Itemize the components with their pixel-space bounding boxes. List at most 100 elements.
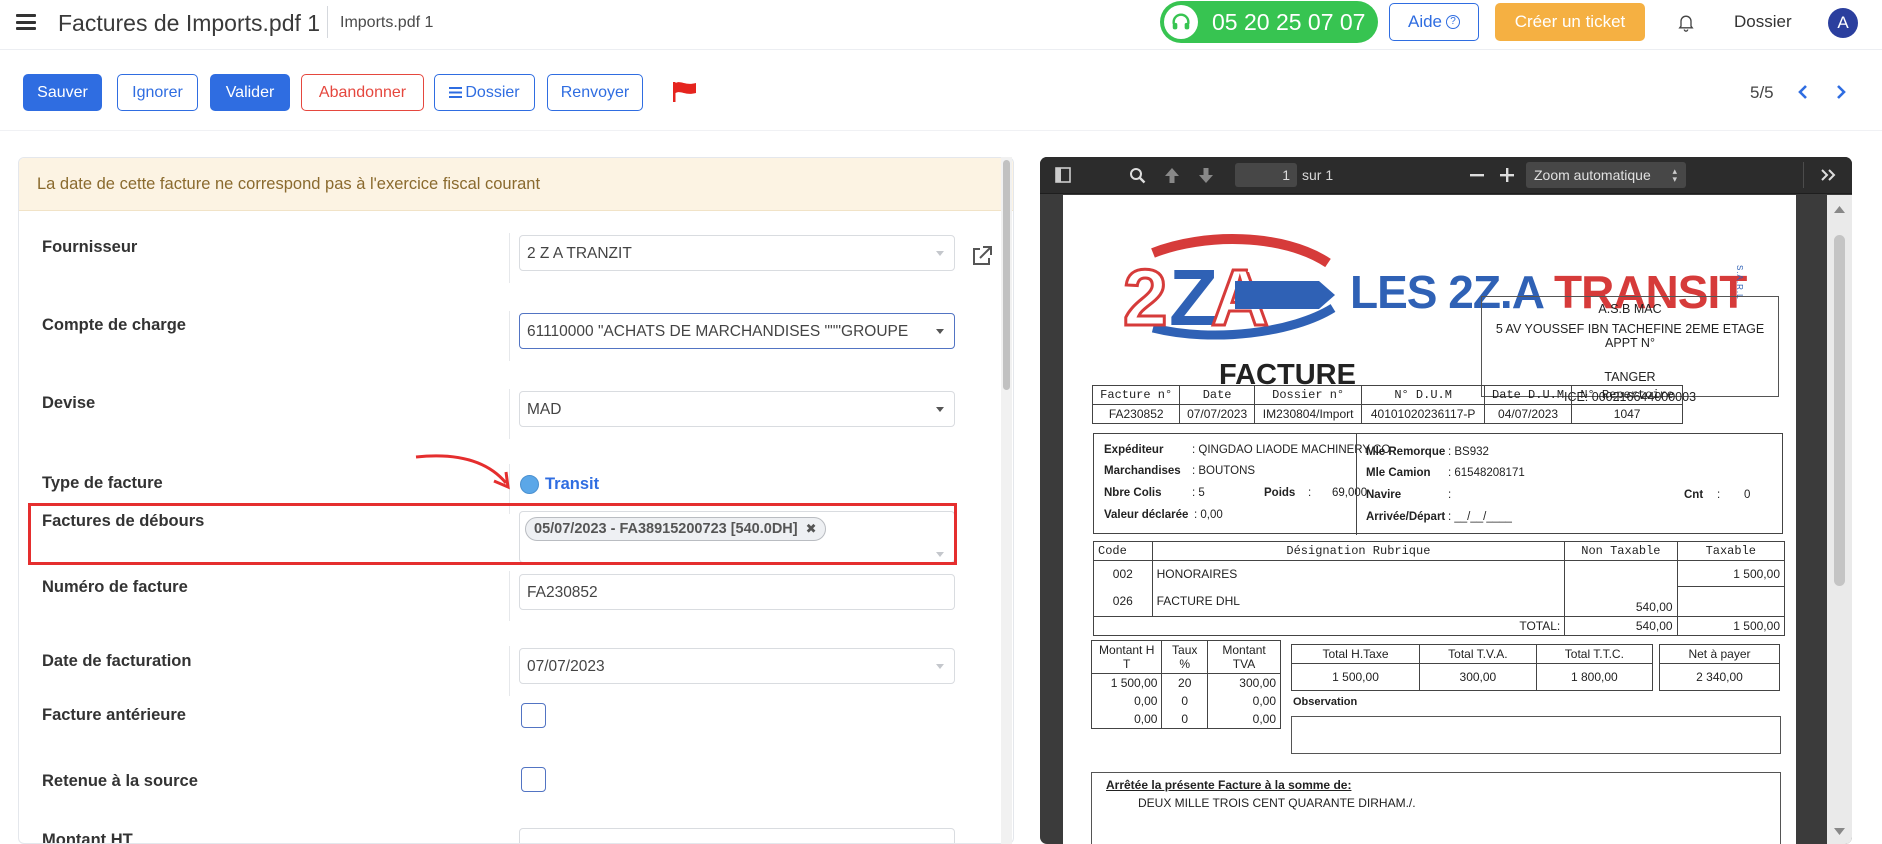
info-label: Poids: [1264, 487, 1296, 499]
svg-text:2: 2: [1123, 253, 1168, 342]
sidebar-toggle-icon[interactable]: [1055, 167, 1071, 183]
zoom-value: Zoom automatique: [1534, 167, 1651, 183]
row-divider: [509, 389, 510, 439]
dossier-button[interactable]: Dossier: [434, 74, 535, 111]
document-name: Imports.pdf 1: [340, 14, 434, 31]
create-ticket-button[interactable]: Créer un ticket: [1495, 3, 1645, 41]
table-cell: HONORAIRES: [1151, 560, 1566, 587]
info-label: Mle Camion: [1366, 467, 1431, 479]
fournisseur-select[interactable]: 2 Z A TRANZIT: [519, 235, 955, 271]
devise-select[interactable]: MAD: [519, 391, 955, 427]
chevron-left-icon[interactable]: [1796, 84, 1810, 100]
info-value: : 61548208171: [1448, 467, 1525, 479]
retenue-checkbox[interactable]: [521, 767, 546, 792]
headset-icon: [1164, 5, 1198, 39]
next-page-icon[interactable]: [1198, 167, 1214, 184]
avatar[interactable]: A: [1828, 8, 1858, 38]
chevron-down-icon: [936, 329, 944, 334]
row-divider: [509, 646, 510, 696]
support-phone-button[interactable]: 05 20 25 07 07: [1160, 1, 1378, 43]
table-cell: 026: [1093, 586, 1153, 617]
table-cell: 40101020236117-P: [1361, 404, 1485, 424]
table-cell: 1 800,00: [1535, 663, 1654, 691]
table-cell: FA230852: [1091, 404, 1181, 424]
highlight-annotation: [28, 503, 957, 565]
zoom-in-icon[interactable]: [1500, 168, 1514, 182]
info-label: Navire: [1366, 489, 1402, 501]
chevron-down-icon: [936, 407, 944, 412]
type-transit-radio[interactable]: Transit: [520, 475, 599, 494]
table-header: Désignation Rubrique: [1151, 541, 1566, 561]
amount-in-words-box: Arrêtée la présente Facture à la somme d…: [1091, 772, 1781, 844]
date-input[interactable]: 07/07/2023: [519, 648, 955, 684]
help-button[interactable]: Aide ?: [1389, 3, 1479, 41]
company-logo: 2 Z A: [1123, 234, 1336, 343]
info-value: :: [1448, 489, 1452, 501]
zoom-select[interactable]: Zoom automatique ▴ ▾: [1526, 162, 1686, 188]
anterieure-checkbox[interactable]: [521, 703, 546, 728]
table-cell: 04/07/2023: [1483, 404, 1573, 424]
tools-menu-icon[interactable]: [1820, 168, 1838, 182]
table-cell: [1676, 586, 1786, 617]
info-label: Cnt: [1684, 489, 1704, 501]
menu-icon[interactable]: [16, 14, 36, 30]
chevron-right-icon[interactable]: [1834, 84, 1848, 100]
pdf-toolbar: 1 sur 1 Zoom automatique ▴ ▾: [1040, 157, 1852, 194]
montant-label: Montant HT: [42, 831, 133, 844]
info-value: 69,000: [1332, 487, 1368, 499]
table-header: N° D.U.M: [1361, 385, 1485, 405]
page-total: sur 1: [1302, 167, 1334, 183]
table-header: Taxable: [1676, 541, 1786, 561]
table-cell: [1564, 560, 1678, 587]
table-header: Dossier n°: [1253, 385, 1363, 405]
table-header: Montant H T: [1090, 640, 1163, 674]
search-icon[interactable]: [1129, 167, 1146, 184]
invoice-header-table: Facture n° Date Dossier n° N° D.U.M Date…: [1091, 385, 1683, 424]
info-label: Valeur déclarée: [1104, 509, 1189, 521]
compte-select[interactable]: 61110000 "ACHATS DE MARCHANDISES """GROU…: [519, 313, 955, 349]
form-scrollbar-thumb[interactable]: [1003, 160, 1010, 390]
page-number-input[interactable]: 1: [1235, 163, 1297, 187]
pdf-page: 2 Z A TRANSIT LES 2Z.A TRANSIT S.A.R.L A…: [1063, 195, 1796, 844]
dossier-button-label: Dossier: [465, 83, 520, 101]
flag-icon[interactable]: [672, 81, 698, 103]
type-transit-label: Transit: [545, 475, 600, 493]
anterieure-label: Facture antérieure: [42, 706, 186, 724]
scroll-up-icon[interactable]: [1833, 204, 1846, 214]
action-toolbar: Sauver Ignorer Valider Abandonner Dossie…: [0, 51, 1882, 131]
numero-input[interactable]: FA230852: [519, 574, 955, 610]
table-cell: 300,00: [1419, 663, 1537, 691]
devise-value: MAD: [527, 401, 562, 418]
info-value: : 0,00: [1194, 509, 1223, 521]
table-header: Net à payer: [1659, 644, 1780, 664]
table-cell: FACTURE DHL: [1151, 586, 1566, 617]
validate-button[interactable]: Valider: [210, 74, 290, 111]
table-cell: 540,00: [1564, 616, 1678, 636]
scroll-down-icon[interactable]: [1833, 827, 1846, 837]
page-title: Factures de Imports.pdf 1: [58, 10, 321, 36]
info-value: : BOUTONS: [1192, 465, 1256, 477]
address-line: 5 AV YOUSSEF IBN TACHEFINE 2EME ETAGE AP…: [1495, 322, 1765, 350]
montant-input[interactable]: [519, 828, 955, 843]
table-header: Date D.U.M: [1483, 385, 1573, 405]
abandon-button[interactable]: Abandonner: [301, 74, 424, 111]
table-cell: 1 500,00: [1290, 663, 1421, 691]
table-cell: 1 500,00: [1676, 616, 1786, 636]
resend-button[interactable]: Renvoyer: [547, 74, 643, 111]
table-cell: TOTAL:: [1092, 616, 1566, 636]
bell-icon[interactable]: [1676, 12, 1696, 32]
table-cell: 300,00: [1207, 673, 1281, 692]
column-divider: [1356, 434, 1357, 535]
fournisseur-label: Fournisseur: [42, 238, 138, 256]
page-counter: 5/5: [1750, 83, 1774, 102]
info-label: Expéditeur: [1104, 444, 1164, 456]
pdf-scrollbar-thumb[interactable]: [1834, 235, 1845, 586]
external-link-icon[interactable]: [971, 245, 993, 267]
table-header: Date: [1179, 385, 1255, 405]
ignore-button[interactable]: Ignorer: [117, 74, 198, 111]
dossier-menu[interactable]: Dossier: [1734, 12, 1792, 32]
previous-page-icon[interactable]: [1164, 167, 1180, 184]
row-divider: [509, 233, 510, 283]
save-button[interactable]: Sauver: [23, 74, 102, 111]
zoom-out-icon[interactable]: [1470, 174, 1484, 177]
